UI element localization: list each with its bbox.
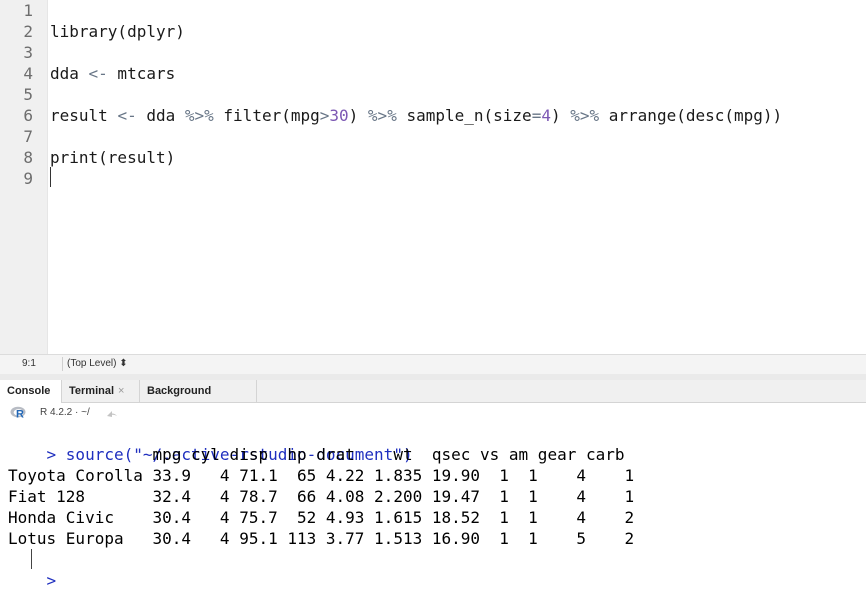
code-token: library(dplyr) bbox=[50, 22, 185, 41]
r-version-label: R 4.2.2 · ~/ bbox=[40, 407, 90, 418]
tab-console-label: Console bbox=[7, 385, 51, 397]
text-cursor bbox=[50, 167, 51, 187]
code-token: arrange(desc(mpg)) bbox=[599, 106, 783, 125]
source-editor[interactable]: 1 2 3 4 5 6 7 8 9 library(dplyr) dda <- mtcars res… bbox=[0, 0, 866, 354]
line-number: 4 bbox=[23, 64, 33, 83]
console-cursor bbox=[31, 549, 32, 569]
output-header-row: mpg cyl disp hp drat wt qsec vs am gear … bbox=[8, 445, 625, 464]
console-output[interactable]: > source("~/.active-rstudio-document") m… bbox=[0, 423, 866, 590]
code-token: > bbox=[319, 106, 330, 125]
code-token: %>% bbox=[570, 106, 600, 125]
line-number: 6 bbox=[23, 106, 33, 125]
status-divider bbox=[62, 357, 63, 371]
editor-status-bar: 9:1 (Top Level) ⬍ bbox=[0, 354, 866, 375]
code-token: 4 bbox=[541, 106, 551, 125]
code-token: result bbox=[50, 106, 118, 125]
code-line: result <- dda %>% filter(mpg>30) %>% sam… bbox=[50, 105, 782, 126]
line-number: 3 bbox=[23, 43, 33, 62]
code-token: filter(mpg bbox=[213, 106, 320, 125]
line-number: 2 bbox=[23, 22, 33, 41]
code-token: sample_n(size bbox=[396, 106, 532, 125]
svg-text:R: R bbox=[16, 409, 24, 420]
output-row: Lotus Europa 30.4 4 95.1 113 3.77 1.513 … bbox=[8, 529, 635, 548]
tab-background-jobs[interactable]: Background Jobs× bbox=[140, 380, 257, 419]
code-line: library(dplyr) bbox=[50, 21, 185, 42]
code-token: <- bbox=[88, 64, 108, 83]
code-line: print(result) bbox=[50, 147, 175, 168]
output-row: Honda Civic 30.4 4 75.7 52 4.93 1.615 18… bbox=[8, 508, 635, 527]
code-token: 30 bbox=[329, 106, 349, 125]
tab-terminal[interactable]: Terminal × bbox=[62, 380, 140, 402]
code-token: = bbox=[531, 106, 542, 125]
line-number: 5 bbox=[23, 85, 33, 104]
output-row: Toyota Corolla 33.9 4 71.1 65 4.22 1.835… bbox=[8, 466, 635, 485]
line-number: 1 bbox=[23, 1, 33, 20]
console-tab-bar: Console Terminal× Background Jobs× bbox=[0, 380, 866, 419]
code-token: print(result) bbox=[50, 148, 176, 167]
code-token: ) bbox=[348, 106, 368, 125]
go-to-directory-icon[interactable] bbox=[106, 408, 118, 418]
cursor-position: 9:1 bbox=[22, 358, 36, 369]
line-number-gutter: 1 2 3 4 5 6 7 8 9 bbox=[0, 0, 48, 354]
code-line: dda <- mtcars bbox=[50, 63, 175, 84]
console-input-line[interactable]: > bbox=[8, 549, 57, 612]
console-header: R R 4.2.2 · ~/ bbox=[0, 403, 866, 423]
line-number: 8 bbox=[23, 148, 33, 167]
code-token: mtcars bbox=[107, 64, 176, 83]
code-token: dda bbox=[50, 64, 89, 83]
code-token: ) bbox=[550, 106, 571, 125]
r-logo-icon: R bbox=[10, 406, 26, 420]
line-number: 9 bbox=[23, 169, 33, 188]
scope-selector[interactable]: (Top Level) ⬍ bbox=[67, 358, 128, 369]
output-row: Fiat 128 32.4 4 78.7 66 4.08 2.200 19.47… bbox=[8, 487, 635, 506]
code-token: %>% bbox=[184, 106, 214, 125]
tab-terminal-label: Terminal bbox=[69, 385, 115, 397]
code-token: <- bbox=[117, 106, 137, 125]
code-token: dda bbox=[136, 106, 185, 125]
code-token: %>% bbox=[367, 106, 397, 125]
close-icon[interactable]: × bbox=[118, 385, 124, 397]
line-number: 7 bbox=[23, 127, 33, 146]
console-prompt: > bbox=[46, 571, 57, 590]
tab-console[interactable]: Console bbox=[0, 380, 62, 403]
